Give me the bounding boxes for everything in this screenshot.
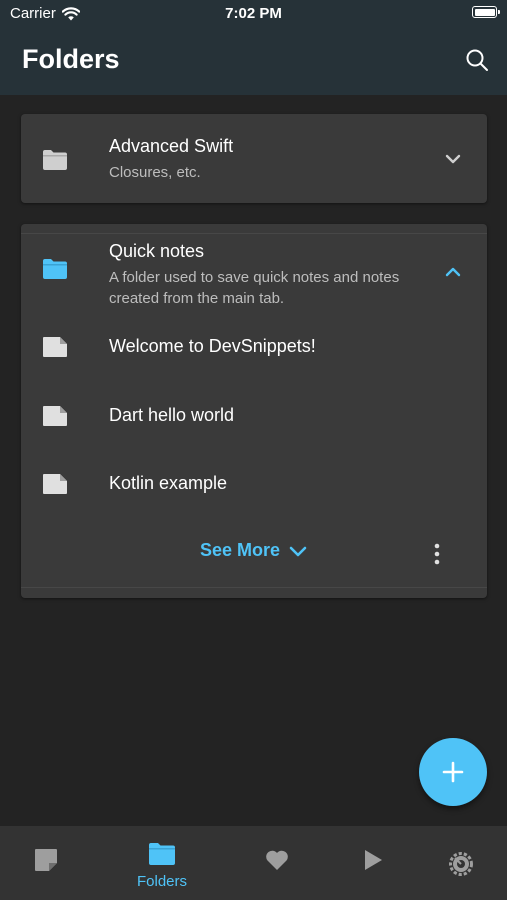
- status-time: 7:02 PM: [225, 5, 282, 22]
- plus-icon: [442, 761, 464, 783]
- folder-description: A folder used to save quick notes and no…: [109, 269, 400, 307]
- settings-icon: [449, 852, 473, 876]
- more-vertical-icon[interactable]: [427, 542, 447, 566]
- search-icon[interactable]: [465, 48, 489, 72]
- note-item[interactable]: Dart hello world: [21, 383, 487, 451]
- nav-item-notes[interactable]: [1, 826, 91, 900]
- folder-icon: [43, 150, 67, 170]
- note-title: Kotlin example: [109, 473, 228, 493]
- folder-card-quick-notes[interactable]: Quick notes A folder used to save quick …: [21, 224, 487, 598]
- folder-description: Closures, etc.: [109, 164, 201, 181]
- folder-card-advanced-swift[interactable]: Advanced Swift Closures, etc.: [21, 114, 487, 203]
- divider: [21, 233, 487, 234]
- play-icon: [365, 850, 382, 870]
- note-icon: [43, 337, 67, 357]
- note-icon: [43, 474, 67, 494]
- chevron-down-icon: [289, 546, 307, 556]
- folder-title: Quick notes: [109, 241, 205, 261]
- folder-title: Advanced Swift: [109, 136, 234, 156]
- nav-item-play[interactable]: [328, 826, 418, 900]
- note-item[interactable]: Kotlin example: [21, 451, 487, 519]
- chevron-up-icon[interactable]: [444, 266, 462, 278]
- top-bar: Carrier 7:02 PM Folders: [0, 0, 507, 95]
- add-button[interactable]: [419, 738, 487, 806]
- note-icon: [35, 849, 57, 871]
- nav-item-favorites[interactable]: [232, 826, 322, 900]
- note-title: Welcome to DevSnippets!: [109, 336, 316, 356]
- nav-item-settings[interactable]: [416, 826, 506, 900]
- note-item[interactable]: Welcome to DevSnippets!: [21, 314, 487, 382]
- see-more-label: See More: [199, 540, 281, 560]
- divider: [21, 587, 487, 588]
- status-bar: Carrier 7:02 PM: [0, 0, 507, 30]
- heart-icon: [266, 850, 288, 870]
- see-more-button[interactable]: See More: [21, 540, 487, 561]
- battery-icon: [472, 6, 500, 18]
- chevron-down-icon[interactable]: [444, 153, 462, 165]
- page-title: Folders: [22, 44, 120, 74]
- folder-icon: [43, 259, 67, 279]
- nav-label: Folders: [136, 873, 188, 890]
- note-icon: [43, 406, 67, 426]
- note-title: Dart hello world: [109, 405, 235, 425]
- folder-icon: [149, 843, 175, 865]
- bottom-nav: Folders: [0, 826, 507, 900]
- nav-item-folders[interactable]: Folders: [117, 826, 207, 900]
